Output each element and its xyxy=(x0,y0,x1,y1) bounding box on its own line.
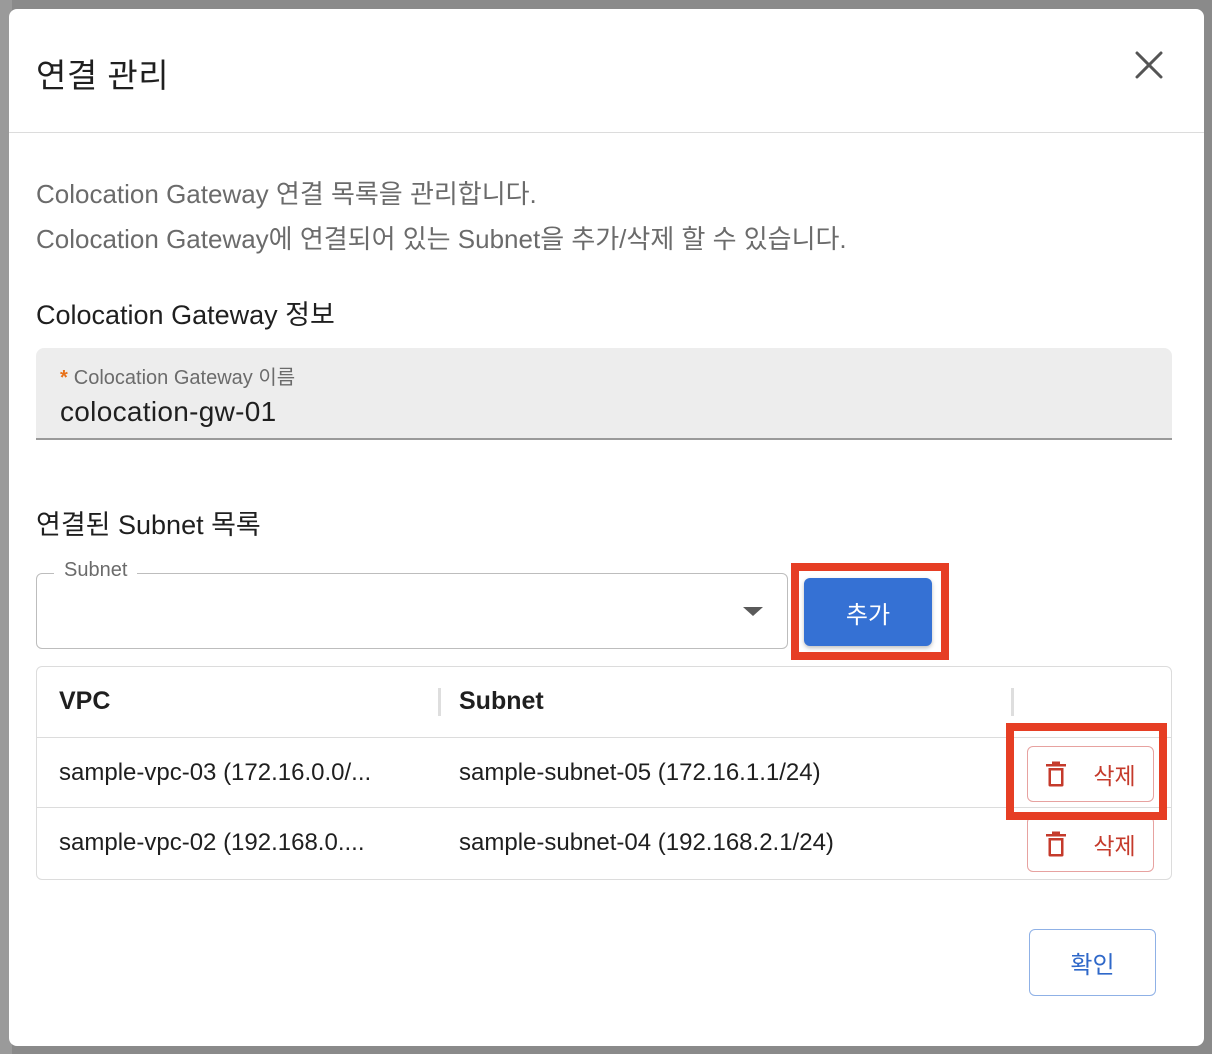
delete-button-label: 삭제 xyxy=(1093,763,1136,789)
column-resize-handle[interactable] xyxy=(1011,688,1014,716)
gateway-name-label-text: Colocation Gateway 이름 xyxy=(73,367,296,389)
description-line-1: Colocation Gateway 연결 목록을 관리합니다. xyxy=(36,179,537,209)
cell-subnet: sample-subnet-05 (172.16.1.1/24) xyxy=(459,759,821,786)
cell-vpc: sample-vpc-03 (172.16.0.0/... xyxy=(59,759,372,786)
close-icon xyxy=(1135,51,1163,79)
add-subnet-button[interactable]: 추가 xyxy=(804,578,932,646)
gateway-name-field: * Colocation Gateway 이름 colocation-gw-01 xyxy=(36,348,1172,440)
required-mark: * xyxy=(60,367,68,389)
delete-button[interactable]: 삭제 xyxy=(1027,746,1154,802)
subnet-select[interactable]: Subnet xyxy=(36,559,788,649)
delete-button[interactable]: 삭제 xyxy=(1027,816,1154,872)
gateway-name-label: * Colocation Gateway 이름 xyxy=(60,361,295,390)
subnet-select-label: Subnet xyxy=(54,559,138,582)
subnet-list-section-title: 연결된 Subnet 목록 xyxy=(36,510,261,540)
dialog-header: 연결 관리 xyxy=(9,9,1204,133)
table-row: sample-vpc-03 (172.16.0.0/... sample-sub… xyxy=(37,738,1171,808)
subnet-table: VPC Subnet sample-vpc-03 (172.16.0.0/...… xyxy=(36,666,1172,880)
delete-button-label: 삭제 xyxy=(1093,833,1136,859)
gateway-name-value: colocation-gw-01 xyxy=(60,396,277,427)
column-header-vpc: VPC xyxy=(59,687,111,715)
description-line-2: Colocation Gateway에 연결되어 있는 Subnet을 추가/삭… xyxy=(36,224,847,254)
trash-icon xyxy=(1046,761,1067,787)
caret-down-icon xyxy=(743,607,763,616)
dialog-title: 연결 관리 xyxy=(36,57,170,94)
gateway-info-section-title: Colocation Gateway 정보 xyxy=(36,300,335,330)
column-header-subnet: Subnet xyxy=(459,687,544,715)
column-resize-handle[interactable] xyxy=(438,688,441,716)
table-row: sample-vpc-02 (192.168.0.... sample-subn… xyxy=(37,808,1171,878)
cell-subnet: sample-subnet-04 (192.168.2.1/24) xyxy=(459,829,834,856)
connection-management-dialog: 연결 관리 Colocation Gateway 연결 목록을 관리합니다. C… xyxy=(9,9,1204,1046)
cell-vpc: sample-vpc-02 (192.168.0.... xyxy=(59,829,365,856)
confirm-button[interactable]: 확인 xyxy=(1029,929,1156,996)
table-header: VPC Subnet xyxy=(37,667,1171,738)
close-button[interactable] xyxy=(1127,43,1171,87)
trash-icon xyxy=(1046,831,1067,857)
